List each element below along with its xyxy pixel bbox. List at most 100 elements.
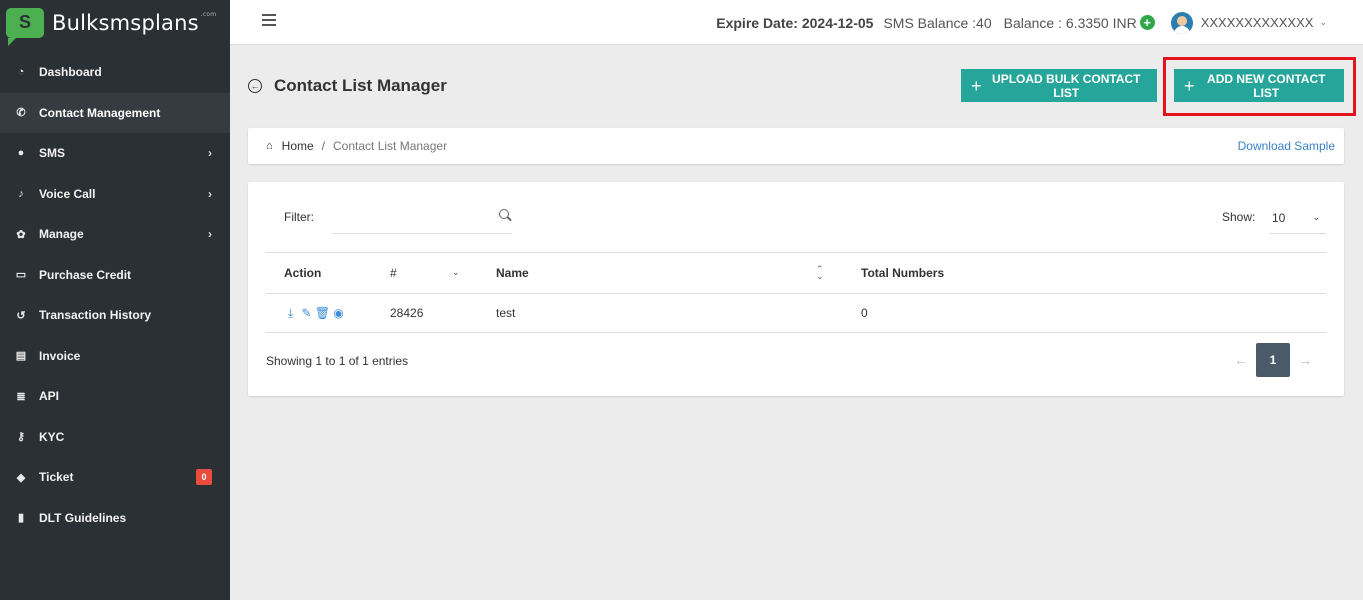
download-icon[interactable]: ⤓ [284, 306, 297, 319]
microphone-icon: ♪ [18, 187, 24, 200]
back-arrow-icon[interactable]: ← [248, 79, 262, 93]
balance: Balance : 6.3350 INR [1003, 14, 1137, 31]
brand-suffix: .com [200, 10, 217, 18]
sidebar-item-label: Invoice [39, 348, 81, 363]
sidebar-item-label: KYC [39, 429, 65, 444]
sidebar-item-label: API [39, 389, 60, 404]
page-size-value: 10 [1272, 210, 1286, 225]
show-label: Show: [1222, 210, 1256, 224]
sidebar-item-api[interactable]: ≣ API [0, 376, 230, 417]
logo-icon: S [6, 7, 44, 46]
sidebar-item-label: Ticket [39, 470, 74, 485]
contact-list-table: Action # ⌄ Name ⌃ ⌄ Total Numbers ⤓ ✎ 🗑 … [266, 252, 1326, 333]
page-1-button[interactable]: 1 [1256, 343, 1290, 377]
highlight-box [1163, 57, 1356, 116]
account-info: Expire Date: 2024-12-05 SMS Balance :40 … [716, 0, 1327, 45]
prev-page-icon[interactable]: ← [1226, 352, 1256, 368]
next-page-icon[interactable]: → [1290, 352, 1320, 368]
page-size-select[interactable]: 10 ⌄ [1270, 202, 1326, 234]
ticket-count-badge: 0 [196, 469, 212, 486]
cell-name: test [496, 305, 516, 320]
avatar[interactable] [1170, 11, 1193, 34]
upload-bulk-contact-list-button[interactable]: + UPLOAD BULK CONTACT LIST [961, 69, 1157, 102]
gear-icon: ✿ [16, 228, 26, 241]
sort-icon[interactable]: ⌃ ⌄ [816, 264, 824, 281]
sidebar-item-label: Transaction History [39, 308, 152, 323]
sidebar-nav: ◔ Dashboard ✆ Contact Management ● SMS ›… [0, 52, 230, 538]
chevron-down-icon[interactable]: ⌄ [1319, 17, 1327, 28]
pagination: ← 1 → [1226, 343, 1320, 377]
username[interactable]: XXXXXXXXXXXXX [1201, 15, 1314, 30]
sidebar-item-sms[interactable]: ● SMS › [0, 133, 230, 174]
pdf-file-icon: ▤ [15, 350, 27, 363]
comment-icon: ● [17, 147, 25, 160]
sidebar-item-contact-management[interactable]: ✆ Contact Management [0, 92, 230, 133]
column-header-action: Action [284, 265, 322, 280]
sort-down-icon: ⌄ [816, 270, 824, 281]
sidebar: S Bulksmsplans .com ◔ Dashboard ✆ Contact… [0, 0, 230, 600]
breadcrumb-home[interactable]: Home [282, 139, 314, 153]
sidebar-item-label: Voice Call [39, 186, 96, 201]
chevron-right-icon: › [208, 186, 212, 201]
row-actions: ⤓ ✎ 🗑 ◉ [284, 306, 345, 319]
brand-logo[interactable]: S Bulksmsplans .com [0, 0, 230, 46]
table-header-row: Action # ⌄ Name ⌃ ⌄ Total Numbers [266, 252, 1326, 293]
plus-icon: + [971, 75, 982, 96]
home-icon[interactable]: ⌂ [266, 140, 273, 152]
sidebar-item-purchase-credit[interactable]: ▭ Purchase Credit [0, 255, 230, 296]
sidebar-item-label: Contact Management [39, 105, 161, 120]
sidebar-item-label: SMS [39, 146, 66, 161]
delete-icon[interactable]: 🗑 [315, 306, 330, 319]
logo-letter: S [18, 12, 31, 32]
page-title: Contact List Manager [274, 76, 447, 95]
key-icon: ⚷ [16, 431, 26, 444]
entries-info: Showing 1 to 1 of 1 entries [266, 354, 409, 368]
breadcrumb: ⌂ Home / Contact List Manager Download S… [248, 128, 1344, 164]
cell-total-numbers: 0 [861, 305, 868, 320]
table-row: ⤓ ✎ 🗑 ◉ 28426 test 0 [266, 292, 1326, 333]
sms-balance: SMS Balance :40 [883, 14, 992, 31]
edit-icon[interactable]: ✎ [300, 306, 313, 319]
book-icon: ▮ [17, 512, 25, 525]
column-header-name[interactable]: Name [496, 266, 529, 280]
chevron-right-icon: › [208, 227, 212, 242]
search-icon [499, 209, 509, 219]
top-bar: Expire Date: 2024-12-05 SMS Balance :40 … [230, 0, 1363, 45]
expire-date: Expire Date: 2024-12-05 [716, 14, 874, 31]
column-header-total-numbers[interactable]: Total Numbers [861, 266, 944, 280]
sidebar-item-kyc[interactable]: ⚷ KYC [0, 417, 230, 458]
ticket-icon: ◆ [16, 471, 26, 484]
page-header: ← Contact List Manager [248, 68, 447, 104]
chevron-down-icon: ⌄ [1312, 212, 1320, 222]
upload-button-label: UPLOAD BULK CONTACT LIST [992, 71, 1141, 100]
sidebar-item-manage[interactable]: ✿ Manage › [0, 214, 230, 255]
sidebar-item-dlt-guidelines[interactable]: ▮ DLT Guidelines [0, 498, 230, 539]
database-icon: ≣ [16, 390, 26, 403]
sidebar-item-label: Dashboard [39, 65, 102, 80]
sidebar-item-label: DLT Guidelines [39, 510, 127, 525]
brand-name-text: Bulksmsplans [52, 10, 199, 35]
sidebar-item-transaction-history[interactable]: ↺ Transaction History [0, 295, 230, 336]
filter-input[interactable] [332, 202, 512, 234]
dashboard-icon: ◔ [17, 66, 25, 79]
download-sample-link[interactable]: Download Sample [1238, 139, 1335, 153]
column-header-id[interactable]: # [390, 266, 397, 280]
sidebar-item-invoice[interactable]: ▤ Invoice [0, 336, 230, 377]
sidebar-item-label: Manage [39, 227, 84, 242]
sidebar-item-voice-call[interactable]: ♪ Voice Call › [0, 174, 230, 215]
contact-list-table-card: Filter: Show: 10 ⌄ Action # ⌄ Name ⌃ ⌄ T… [248, 182, 1344, 396]
breadcrumb-separator: / [321, 139, 326, 153]
chevron-right-icon: › [208, 146, 212, 161]
sidebar-item-ticket[interactable]: ◆ Ticket 0 [0, 457, 230, 498]
breadcrumb-current: Contact List Manager [333, 139, 448, 153]
hamburger-menu-icon[interactable] [262, 14, 276, 26]
brand-name: Bulksmsplans .com [52, 11, 216, 35]
cell-id: 28426 [390, 305, 424, 320]
add-balance-icon[interactable]: + [1139, 15, 1155, 30]
sort-desc-icon[interactable]: ⌄ [452, 267, 460, 278]
credit-card-icon: ▭ [15, 269, 27, 282]
view-icon[interactable]: ◉ [332, 306, 345, 319]
sidebar-item-dashboard[interactable]: ◔ Dashboard [0, 52, 230, 93]
history-icon: ↺ [16, 309, 26, 322]
filter-label: Filter: [284, 210, 314, 224]
